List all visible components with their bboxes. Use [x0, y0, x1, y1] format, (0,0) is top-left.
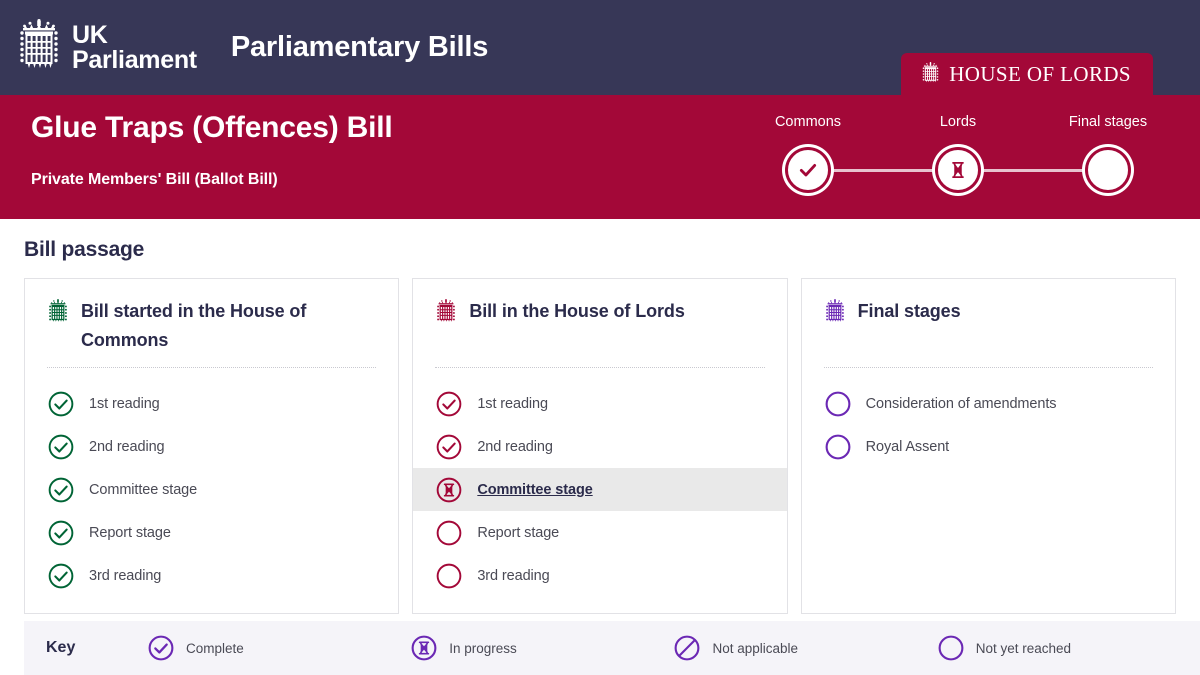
brand-line-1: UK	[72, 20, 108, 49]
stage-list: 1st reading 2nd reading Committee stage …	[25, 382, 398, 597]
stage-label: Committee stage	[89, 481, 198, 498]
card-commons: Bill started in the House of Commons 1st…	[24, 278, 400, 614]
tracker-label-commons: Commons	[774, 114, 842, 130]
tracker-node-commons[interactable]	[788, 150, 828, 190]
tracker-node-lords[interactable]	[938, 150, 978, 190]
no-entry-icon	[675, 635, 700, 661]
key-item-in-progress: In progress	[410, 634, 673, 662]
bill-header-band: Glue Traps (Offences) Bill Private Membe…	[0, 95, 1200, 219]
tracker-labels: Commons Lords Final stages	[760, 114, 1160, 136]
check-icon	[48, 477, 74, 502]
card-header: Final stages	[802, 297, 1175, 359]
stage-list: 1st reading 2nd reading Committee stage …	[413, 382, 787, 597]
portcullis-icon	[20, 18, 58, 68]
uk-parliament-brand[interactable]: UK Parliament	[16, 18, 197, 77]
blank-icon	[436, 520, 462, 545]
stage-label: 1st reading	[477, 395, 548, 412]
stage-item[interactable]: 1st reading	[413, 382, 786, 425]
tracker-label-lords: Lords	[939, 114, 977, 130]
card-divider	[47, 367, 377, 368]
key-label: Not yet reached	[975, 640, 1072, 656]
card-title: Final stages	[857, 301, 961, 321]
portcullis-icon	[437, 299, 456, 322]
blank-icon	[1098, 160, 1118, 180]
stage-label: Committee stage	[477, 481, 593, 498]
stage-item[interactable]: Committee stage	[25, 468, 398, 511]
check-icon	[148, 635, 174, 661]
stage-item[interactable]: 1st reading	[25, 382, 398, 425]
portcullis-icon	[49, 299, 67, 322]
stage-item[interactable]: 3rd reading	[413, 554, 786, 597]
blank-icon	[436, 563, 462, 588]
key-item-not-yet-reached: Not yet reached	[937, 634, 1200, 662]
site-header: UK Parliament Parliamentary Bills HOUSE …	[0, 0, 1200, 95]
stage-item[interactable]: 2nd reading	[413, 425, 786, 468]
key-legend: Key Complete In progress Not applicable …	[24, 621, 1200, 675]
key-label: Complete	[185, 640, 244, 656]
brand-line-2: Parliament	[72, 45, 197, 74]
brand-wordmark: UK Parliament	[72, 20, 197, 74]
stage-label: 1st reading	[89, 395, 160, 412]
house-of-lords-label: HOUSE OF LORDS	[949, 61, 1131, 86]
hourglass-icon	[436, 477, 462, 502]
card-header: Bill started in the House of Commons	[25, 297, 398, 359]
stage-label: Report stage	[89, 524, 171, 541]
check-icon	[48, 391, 74, 416]
hourglass-icon	[411, 635, 437, 661]
house-of-lords-badge[interactable]: HOUSE OF LORDS	[901, 53, 1153, 95]
key-title: Key	[46, 639, 76, 656]
stage-item[interactable]: Report stage	[25, 511, 398, 554]
card-header: Bill in the House of Lords	[413, 297, 786, 359]
stage-list: Consideration of amendments Royal Assent	[802, 382, 1175, 468]
card-final-stages: Final stages Consideration of amendments	[800, 278, 1176, 614]
tracker-label-final-stages: Final stages	[1068, 114, 1148, 130]
stage-label: 2nd reading	[477, 438, 553, 455]
bill-progress-tracker: Commons Lords Final stages	[760, 114, 1160, 204]
stage-label: Report stage	[477, 524, 560, 541]
stage-item[interactable]: 2nd reading	[25, 425, 398, 468]
stage-label: 2nd reading	[89, 438, 165, 455]
card-divider	[435, 367, 765, 368]
stage-item[interactable]: Report stage	[413, 511, 786, 554]
card-divider	[823, 367, 1153, 368]
stage-item[interactable]: 3rd reading	[25, 554, 398, 597]
blank-icon	[825, 391, 851, 416]
key-label: Not applicable	[712, 640, 799, 656]
check-icon	[436, 391, 462, 416]
app-title: Parliamentary Bills	[230, 31, 489, 63]
stage-item[interactable]: Royal Assent	[802, 425, 1175, 468]
stage-label: 3rd reading	[477, 567, 550, 584]
check-icon	[436, 434, 462, 459]
card-title: Bill started in the House of Commons	[81, 301, 307, 350]
card-title: Bill in the House of Lords	[469, 301, 685, 321]
key-label: In progress	[449, 640, 517, 656]
main-content: Bill passage Bill started in the House o…	[0, 238, 1200, 614]
check-icon	[48, 434, 74, 459]
stage-label: Consideration of amendments	[865, 395, 1057, 412]
bill-passage-page: UK Parliament Parliamentary Bills HOUSE …	[0, 0, 1200, 675]
stage-item[interactable]: Consideration of amendments	[802, 382, 1175, 425]
check-icon	[48, 520, 74, 545]
stage-item-current[interactable]: Committee stage	[413, 468, 787, 511]
portcullis-icon	[825, 299, 844, 322]
blank-icon	[825, 434, 851, 459]
stage-label: Royal Assent	[865, 438, 950, 455]
stage-label: 3rd reading	[89, 567, 162, 584]
blank-icon	[938, 635, 964, 661]
page-title: Bill passage	[24, 238, 145, 261]
card-lords: Bill in the House of Lords 1st reading 2…	[412, 278, 788, 614]
tracker-node-final-stages[interactable]	[1088, 150, 1128, 190]
check-icon	[48, 563, 74, 588]
bill-passage-cards: Bill started in the House of Commons 1st…	[24, 278, 1176, 614]
check-icon	[799, 164, 817, 177]
key-item-complete: Complete	[147, 634, 410, 662]
hourglass-icon	[952, 162, 964, 178]
key-item-not-applicable: Not applicable	[673, 634, 936, 662]
portcullis-icon	[922, 62, 939, 83]
